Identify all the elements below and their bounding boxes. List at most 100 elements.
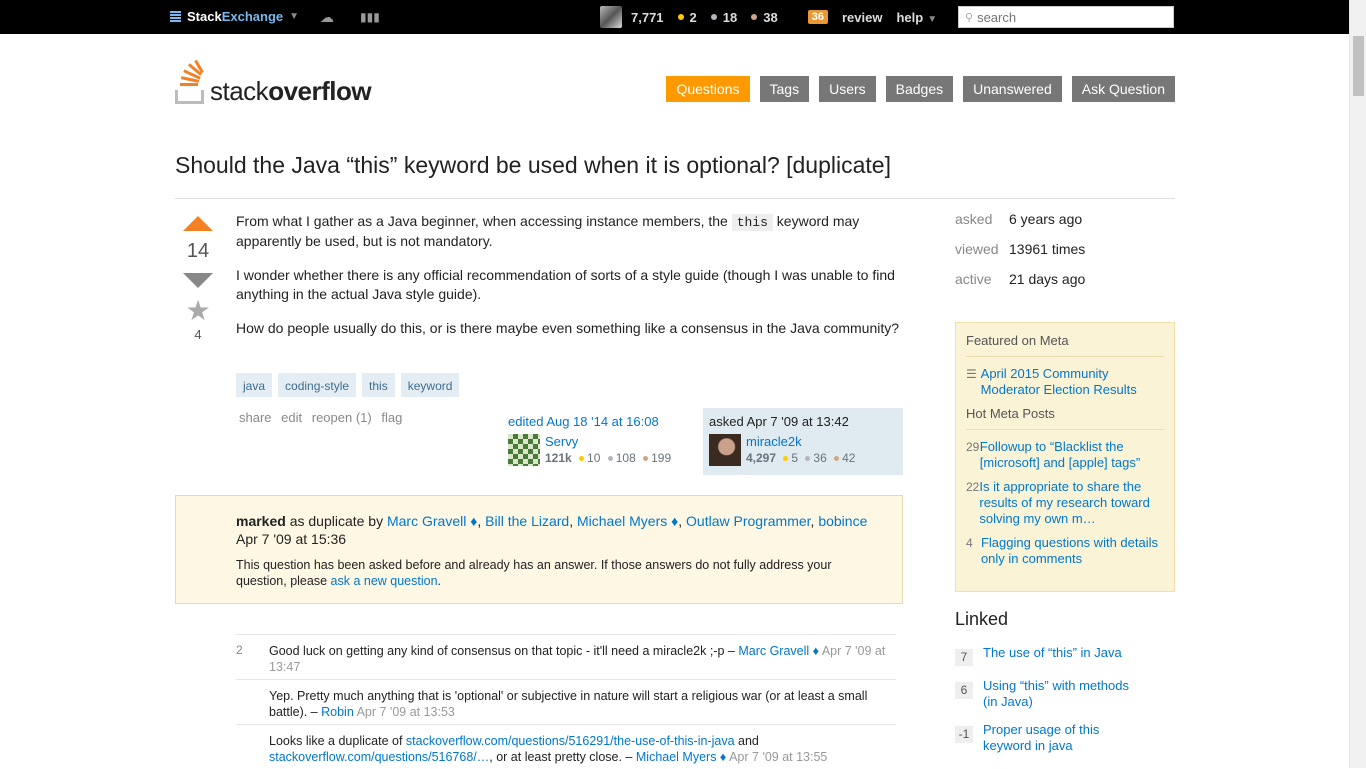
linked-link[interactable]: Proper usage of this keyword in java xyxy=(983,722,1143,754)
silver-badge-icon xyxy=(805,456,811,461)
comment-user[interactable]: Robin xyxy=(321,705,354,719)
vote-cell: 14 ★ 4 xyxy=(183,216,213,342)
vote-count: 14 xyxy=(186,240,210,262)
nav-badges[interactable]: Badges xyxy=(885,76,954,102)
review-count-badge[interactable]: 36 xyxy=(807,10,828,24)
stat-value: 21 days ago xyxy=(1009,271,1086,287)
owner-reputation: 4,297 5 36 42 xyxy=(746,450,855,466)
comment-text: , or at least pretty close. – xyxy=(489,750,636,764)
flag-link[interactable]: flag xyxy=(381,410,402,425)
body-text: From what I gather as a Java beginner, w… xyxy=(236,213,732,229)
user-avatar[interactable] xyxy=(600,6,622,28)
asked-timestamp: asked Apr 7 '09 at 13:42 xyxy=(709,414,849,429)
nav-unanswered[interactable]: Unanswered xyxy=(963,76,1062,102)
comment-user[interactable]: Michael Myers ♦ xyxy=(636,750,726,764)
search-input[interactable] xyxy=(977,9,1168,25)
chevron-down-icon: ▼ xyxy=(289,11,300,22)
question-body: From what I gather as a Java beginner, w… xyxy=(236,212,902,353)
user-link[interactable]: Bill the Lizard xyxy=(485,513,569,529)
editor-name[interactable]: Servy xyxy=(545,434,671,450)
tag-keyword[interactable]: keyword xyxy=(400,373,460,397)
stackoverflow-logo[interactable]: stackoverflow xyxy=(175,59,372,104)
nav-questions[interactable]: Questions xyxy=(666,76,750,102)
ask-new-question-link[interactable]: ask a new question xyxy=(331,574,438,588)
linked-link[interactable]: Using “this” with methods (in Java) xyxy=(983,678,1143,710)
notice-text: . xyxy=(437,574,442,588)
silver-count: 18 xyxy=(722,9,738,25)
user-link[interactable]: bobince xyxy=(818,513,867,529)
reopen-link[interactable]: reopen (1) xyxy=(312,410,372,425)
help-menu[interactable]: help ▼ xyxy=(896,10,937,25)
stackoverflow-logo-icon xyxy=(175,59,204,104)
hot-meta-count: 29 xyxy=(966,440,980,454)
edit-link[interactable]: edit xyxy=(281,410,302,425)
chevron-down-icon: ▼ xyxy=(927,13,938,25)
bronze-count: 38 xyxy=(763,9,778,25)
owner-card: asked Apr 7 '09 at 13:42 miracle2k 4,297… xyxy=(703,408,903,475)
share-link[interactable]: share xyxy=(239,410,272,425)
bronze-badge-icon xyxy=(643,456,649,461)
as-duplicate-text: as duplicate by xyxy=(285,513,387,529)
stackexchange-menu[interactable]: Stack Exchange ▼ xyxy=(170,9,299,24)
nav-tags[interactable]: Tags xyxy=(759,76,810,102)
comment-text: Good luck on getting any kind of consens… xyxy=(269,644,739,658)
gold-badge-icon xyxy=(579,456,585,461)
main-nav: Questions Tags Users Badges Unanswered A… xyxy=(656,76,1175,102)
hot-meta-item: 4 Flagging questions with details only i… xyxy=(966,535,1164,567)
search-box[interactable]: ⚲ xyxy=(958,6,1174,28)
silver-count: 36 xyxy=(813,451,827,465)
downvote-icon[interactable] xyxy=(183,273,213,288)
gold-count: 2 xyxy=(689,9,697,25)
tag-java[interactable]: java xyxy=(236,373,273,397)
hot-meta-link[interactable]: Flagging questions with details only in … xyxy=(981,535,1164,567)
favorite-star-icon[interactable]: ★ xyxy=(183,297,213,325)
tag-this[interactable]: this xyxy=(362,373,395,397)
user-link[interactable]: Marc Gravell ♦ xyxy=(387,513,477,529)
editor-avatar[interactable] xyxy=(508,434,540,466)
comment-user[interactable]: Marc Gravell ♦ xyxy=(738,644,819,658)
achievements-icon[interactable]: ▮▮▮ xyxy=(360,10,380,24)
post-menu: share edit reopen (1) flag xyxy=(239,410,408,425)
review-link[interactable]: review xyxy=(842,10,882,25)
silver-badge-icon xyxy=(607,456,613,461)
hot-meta-link[interactable]: Is it appropriate to share the results o… xyxy=(979,479,1164,527)
scrollbar-thumb[interactable] xyxy=(1353,36,1364,96)
marked-date: Apr 7 '09 at 15:36 xyxy=(236,531,347,547)
featured-item: ☰ April 2015 Community Moderator Electio… xyxy=(966,366,1164,398)
favorite-count: 4 xyxy=(194,327,202,342)
edit-timestamp[interactable]: edited Aug 18 '14 at 16:08 xyxy=(508,414,698,429)
marked-label: marked xyxy=(236,513,286,529)
featured-link[interactable]: April 2015 Community Moderator Election … xyxy=(981,366,1164,398)
nav-users[interactable]: Users xyxy=(819,76,876,102)
inbox-icon[interactable]: ☁ xyxy=(320,9,334,26)
duplicate-explanation: This question has been asked before and … xyxy=(236,557,876,589)
user-link[interactable]: Outlaw Programmer xyxy=(686,513,810,529)
owner-name[interactable]: miracle2k xyxy=(746,434,855,450)
user-link[interactable]: Michael Myers ♦ xyxy=(577,513,678,529)
user-reputation[interactable]: 7,771 xyxy=(631,10,664,25)
owner-avatar[interactable] xyxy=(709,434,741,466)
upvote-icon[interactable] xyxy=(183,216,213,231)
featured-heading: Featured on Meta xyxy=(966,333,1164,357)
comment-link[interactable]: stackoverflow.com/questions/516768/… xyxy=(269,750,489,764)
gold-count: 10 xyxy=(587,451,601,465)
tag-coding-style[interactable]: coding-style xyxy=(278,373,357,397)
comment-link[interactable]: stackoverflow.com/questions/516291/the-u… xyxy=(406,734,735,748)
paragraph: From what I gather as a Java beginner, w… xyxy=(236,212,902,251)
site-header: stackoverflow Questions Tags Users Badge… xyxy=(175,59,1175,110)
rep-value: 121k xyxy=(545,451,572,465)
linked-count: 7 xyxy=(955,649,973,666)
question-title[interactable]: Should the Java “this” keyword be used w… xyxy=(175,152,891,179)
linked-link[interactable]: The use of “this” in Java xyxy=(983,645,1143,666)
comment-date[interactable]: Apr 7 '09 at 13:55 xyxy=(726,750,827,764)
hot-meta-link[interactable]: Followup to “Blacklist the [microsoft] a… xyxy=(980,439,1164,471)
bronze-count: 199 xyxy=(651,451,672,465)
comment-text: and xyxy=(734,734,759,748)
paragraph: How do people usually do this, or is the… xyxy=(236,320,900,336)
stack-icon: ☰ xyxy=(966,367,977,381)
linked-item: 6 Using “this” with methods (in Java) xyxy=(955,678,1175,710)
linked-count: -1 xyxy=(955,726,973,743)
comment-date[interactable]: Apr 7 '09 at 13:53 xyxy=(354,705,455,719)
page-scrollbar[interactable] xyxy=(1349,0,1366,768)
nav-ask-question[interactable]: Ask Question xyxy=(1071,76,1175,102)
